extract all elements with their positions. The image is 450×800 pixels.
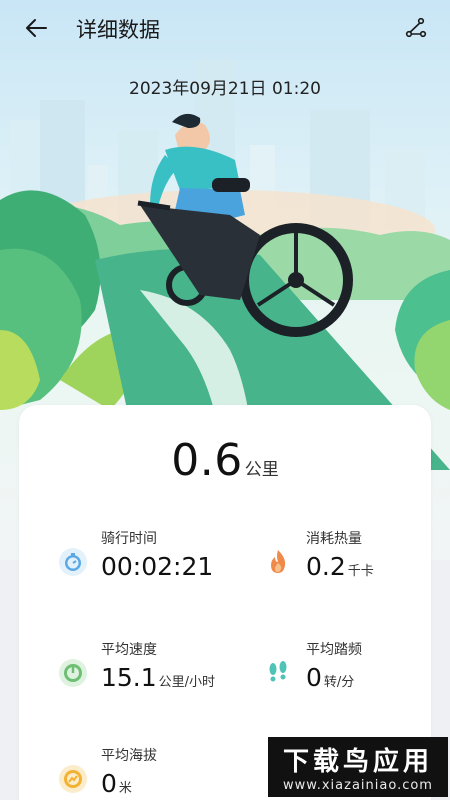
stopwatch-icon (59, 548, 87, 576)
flame-icon (264, 548, 292, 576)
stat-avg-speed: 平均速度 15.1 公里/小时 (59, 639, 249, 709)
stat-avg-altitude-label: 平均海拔 (101, 748, 157, 764)
total-distance: 0.6 公里 (19, 435, 431, 486)
footprints-icon (264, 659, 292, 687)
stat-duration-value: 00:02:21 (101, 552, 214, 581)
altitude-icon (59, 765, 87, 793)
stat-calories-label: 消耗热量 (306, 531, 362, 547)
stat-calories-value: 0.2 (306, 552, 346, 581)
top-bar: 详细数据 (0, 0, 450, 56)
watermark-logo: 下载鸟应用 www.xiazainiao.com (268, 737, 448, 797)
watermark-title: 下载鸟应用 (282, 747, 433, 777)
speedometer-icon (59, 659, 87, 687)
stat-avg-speed-label: 平均速度 (101, 642, 157, 658)
stat-duration-label: 骑行时间 (101, 531, 157, 547)
stat-avg-speed-value: 15.1 (101, 663, 157, 692)
stat-avg-altitude: 平均海拔 0米 (59, 745, 249, 800)
stat-avg-speed-unit: 公里/小时 (158, 675, 216, 690)
activity-datetime: 2023年09月21日 01:20 (129, 79, 321, 99)
stat-calories-unit: 千卡 (347, 564, 374, 579)
share-button[interactable] (402, 14, 430, 42)
distance-unit: 公里 (244, 460, 279, 480)
stat-avg-cadence-label: 平均踏频 (306, 642, 362, 658)
stat-avg-altitude-unit: 米 (118, 781, 132, 796)
stat-avg-cadence-value: 0 (306, 663, 322, 692)
stat-duration: 骑行时间 00:02:21 (59, 528, 249, 598)
back-button[interactable] (18, 12, 54, 44)
stat-calories: 消耗热量 0.2 千卡 (264, 528, 450, 598)
arrow-left-icon (26, 19, 47, 37)
watermark-url: www.xiazainiao.com (283, 778, 433, 793)
stat-avg-cadence: 平均踏频 0 转/分 (264, 639, 450, 709)
distance-value: 0.6 (171, 435, 243, 486)
stat-avg-cadence-unit: 转/分 (323, 675, 355, 690)
share-icon (405, 17, 427, 38)
stat-avg-altitude-value: 0 (101, 769, 117, 798)
page-title: 详细数据 (76, 18, 160, 42)
